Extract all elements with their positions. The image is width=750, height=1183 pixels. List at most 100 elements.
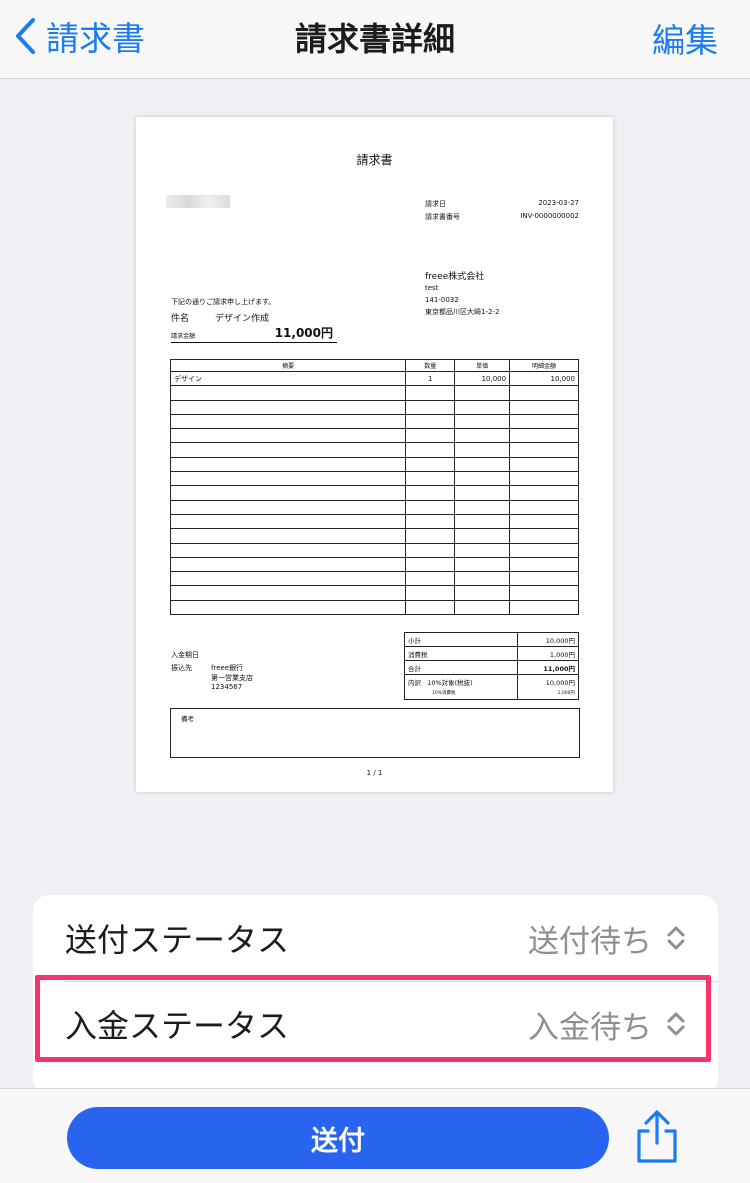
total-value: 11,000円 [517, 660, 579, 675]
table-cell [509, 599, 579, 616]
table-cell [169, 385, 407, 401]
item-quantity: 1 [405, 370, 456, 387]
issuer-name: freee株式会社 [425, 272, 485, 282]
subject-value: デザイン作成 [215, 314, 270, 324]
table-cell [405, 571, 456, 587]
table-cell [509, 442, 579, 458]
table-row-empty [169, 399, 579, 415]
billing-amount: 請求金額 11,000円 [171, 326, 337, 343]
table-cell [509, 513, 579, 530]
breakdown-value: 10,000円 [545, 679, 575, 687]
table-cell [169, 442, 407, 458]
table-cell [169, 513, 407, 530]
table-cell [509, 571, 579, 587]
table-cell [454, 528, 511, 544]
table-cell [405, 528, 456, 544]
table-cell [454, 513, 511, 530]
breakdown-tax: 1,000円 [557, 691, 575, 696]
table-row-empty [169, 471, 579, 487]
send-status-value[interactable]: 送付待ち [528, 916, 686, 961]
table-cell [509, 528, 579, 544]
table-cell [509, 471, 579, 487]
table-cell [454, 399, 511, 415]
table-cell [454, 585, 511, 601]
page-indicator: 1 / 1 [366, 769, 383, 777]
share-button[interactable] [632, 1109, 682, 1165]
issuer-postal: 141-0032 [425, 296, 459, 304]
total-label: 合計 [403, 660, 519, 675]
table-cell [405, 442, 456, 458]
bank-label: 振込先 [171, 664, 192, 672]
payment-status-highlight [35, 975, 711, 1062]
table-row-empty [169, 456, 579, 473]
table-cell [405, 485, 456, 501]
col-header-quantity: 数量 [405, 359, 456, 372]
breakdown-values: 10,000円 1,000円 [517, 674, 579, 700]
table-row-empty [169, 528, 579, 544]
col-header-unit-price: 単価 [454, 359, 511, 372]
table-cell [509, 485, 579, 501]
table-cell [454, 485, 511, 501]
table-row-empty [169, 556, 579, 573]
table-row: デザイン 1 10,000 10,000 [169, 370, 579, 387]
remarks-box: 備考 [170, 708, 580, 758]
table-cell [169, 456, 407, 473]
table-cell [405, 585, 456, 601]
bank-name: freee銀行 [211, 664, 244, 672]
edit-button[interactable]: 編集 [652, 14, 718, 62]
invoice-title: 請求書 [356, 153, 393, 167]
table-cell [169, 428, 407, 444]
table-cell [405, 413, 456, 430]
table-cell [169, 471, 407, 487]
table-cell [405, 471, 456, 487]
send-status-text: 送付待ち [528, 923, 652, 960]
bank-account: 1234567 [211, 683, 243, 691]
table-cell [509, 499, 579, 515]
item-description: デザイン [169, 370, 407, 387]
table-cell [454, 471, 511, 487]
table-cell [169, 399, 407, 415]
col-header-amount: 明細金額 [509, 359, 579, 372]
table-cell [454, 499, 511, 515]
table-cell [169, 413, 407, 430]
table-cell [454, 556, 511, 573]
tax-label: 消費税 [403, 646, 519, 661]
table-cell [509, 428, 579, 444]
table-row-empty [169, 413, 579, 430]
table-cell [509, 413, 579, 430]
table-cell [169, 528, 407, 544]
table-cell [405, 385, 456, 401]
table-cell [169, 499, 407, 515]
table-row-empty [169, 442, 579, 458]
invoice-preview[interactable]: 請求書 請求日 2023-03-27 請求書番号 INV-0000000002 … [136, 117, 613, 792]
table-cell [454, 571, 511, 587]
send-status-row[interactable]: 送付ステータス 送付待ち [33, 895, 718, 981]
table-cell [169, 485, 407, 501]
table-cell [454, 542, 511, 558]
issue-date: 2023-03-27 [538, 199, 579, 207]
table-cell [169, 599, 407, 616]
issuer-person: test [425, 284, 439, 292]
breakdown-tax-label: 10%消費税 [432, 691, 456, 696]
subtotal-value: 10,000円 [517, 632, 579, 647]
table-row-empty [169, 542, 579, 558]
table-cell [169, 585, 407, 601]
payment-due-label: 入金期日 [171, 651, 199, 659]
blurred-recipient [166, 195, 230, 208]
item-amount: 10,000 [509, 370, 579, 387]
subtotal-label: 小計 [403, 632, 519, 647]
table-cell [169, 556, 407, 573]
subject-line: 件名 デザイン作成 [171, 311, 295, 324]
table-row-empty [169, 585, 579, 601]
table-cell [405, 428, 456, 444]
issuer-address: 東京都品川区大崎1-2-2 [425, 308, 500, 316]
table-row-empty [169, 499, 579, 515]
table-cell [405, 542, 456, 558]
send-button[interactable]: 送付 [67, 1107, 609, 1169]
table-cell [509, 585, 579, 601]
table-cell [405, 556, 456, 573]
table-cell [454, 428, 511, 444]
table-cell [405, 599, 456, 616]
remarks-label: 備考 [181, 715, 194, 723]
amount-label: 請求金額 [171, 333, 196, 340]
